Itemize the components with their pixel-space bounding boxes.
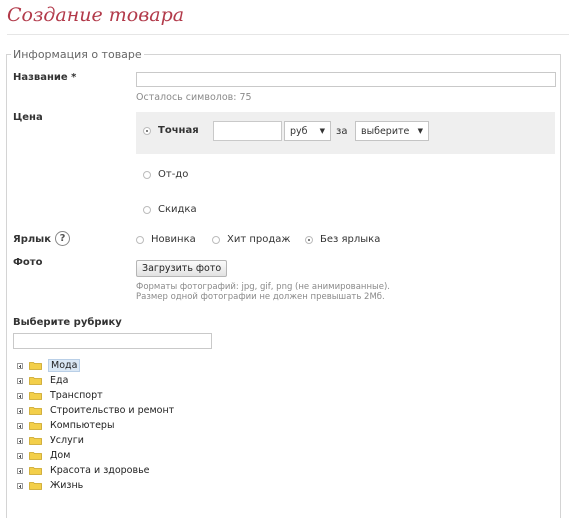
price-discount-radio[interactable]: Скидка (143, 204, 197, 215)
price-exact-radio[interactable]: Точная (143, 125, 199, 136)
chars-remaining: Осталось символов: 75 (136, 92, 252, 103)
category-label: Выберите рубрику (13, 317, 122, 328)
tree-item-construction[interactable]: Строительство и ремонт (17, 404, 176, 417)
price-discount-label: Скидка (158, 204, 197, 215)
tag-label: Ярлык (13, 234, 52, 245)
tree-item-home[interactable]: Дом (17, 449, 72, 462)
plus-expand-icon[interactable] (17, 437, 23, 444)
tree-item-label: Услуги (50, 435, 84, 446)
per-label: за (336, 126, 348, 137)
tree-item-transport[interactable]: Транспорт (17, 389, 105, 402)
photo-formats-hint: Форматы фотографий: jpg, gif, png (не ан… (136, 282, 390, 292)
currency-value: руб (290, 125, 308, 137)
tree-item-life[interactable]: Жизнь (17, 479, 85, 492)
photo-label: Фото (13, 257, 43, 268)
upload-photo-button[interactable]: Загрузить фото (136, 260, 228, 277)
radio-dot (136, 235, 144, 244)
page-title: Создание товара (7, 4, 185, 26)
photo-size-hint: Размер одной фотографии не должен превыш… (136, 292, 385, 302)
tree-item-fashion[interactable]: Мода (17, 359, 81, 372)
folder-icon (29, 407, 42, 415)
name-input[interactable] (136, 72, 556, 87)
plus-expand-icon[interactable] (17, 422, 23, 429)
folder-icon (29, 362, 42, 370)
tree-item-label: Строительство и ремонт (50, 405, 175, 416)
price-range-radio[interactable]: От-до (143, 169, 188, 180)
folder-icon (29, 422, 42, 430)
plus-expand-icon[interactable] (17, 452, 23, 459)
radio-dot (305, 235, 313, 244)
tree-item-label: Транспорт (50, 390, 103, 401)
tree-item-label: Мода (48, 359, 81, 372)
tag-option-label: Хит продаж (227, 234, 291, 245)
tag-option-label: Без ярлыка (320, 234, 381, 245)
chevron-down-icon: ▼ (319, 127, 325, 135)
tree-item-label: Компьютеры (50, 420, 115, 431)
section-legend: Информация о товаре (13, 48, 142, 61)
radio-dot (143, 170, 151, 179)
tag-option-new[interactable]: Новинка (136, 234, 196, 245)
folder-icon (29, 377, 42, 385)
radio-dot (143, 126, 151, 135)
folder-icon (29, 437, 42, 445)
currency-select[interactable]: руб ▼ (284, 121, 331, 141)
folder-icon (29, 452, 42, 460)
price-range-label: От-до (158, 169, 189, 180)
tag-option-label: Новинка (151, 234, 196, 245)
chevron-down-icon: ▼ (417, 127, 423, 135)
tree-item-food[interactable]: Еда (17, 374, 70, 387)
title-divider (7, 34, 569, 35)
help-icon[interactable]: ? (55, 231, 70, 246)
plus-expand-icon[interactable] (17, 377, 23, 384)
unit-select[interactable]: выберите ▼ (355, 121, 429, 141)
radio-dot (212, 235, 220, 244)
tree-item-label: Красота и здоровье (50, 465, 150, 476)
name-label: Название * (13, 72, 77, 83)
tree-item-label: Дом (50, 450, 71, 461)
price-label: Цена (13, 112, 43, 123)
category-search-input[interactable] (13, 333, 212, 349)
folder-icon (29, 467, 42, 475)
tag-option-none[interactable]: Без ярлыка (305, 234, 380, 245)
tree-item-label: Жизнь (50, 480, 84, 491)
plus-expand-icon[interactable] (17, 362, 23, 369)
plus-expand-icon[interactable] (17, 467, 23, 474)
radio-dot (143, 205, 151, 214)
tag-option-bestseller[interactable]: Хит продаж (212, 234, 290, 245)
unit-value: выберите (361, 125, 410, 137)
plus-expand-icon[interactable] (17, 392, 23, 399)
tree-item-label: Еда (50, 375, 69, 386)
tree-item-beauty-health[interactable]: Красота и здоровье (17, 464, 152, 477)
price-exact-label: Точная (158, 125, 199, 136)
plus-expand-icon[interactable] (17, 482, 23, 489)
plus-expand-icon[interactable] (17, 407, 23, 414)
tree-item-computers[interactable]: Компьютеры (17, 419, 116, 432)
folder-icon (29, 482, 42, 490)
price-exact-input[interactable] (213, 121, 282, 141)
tree-item-services[interactable]: Услуги (17, 434, 86, 447)
folder-icon (29, 392, 42, 400)
